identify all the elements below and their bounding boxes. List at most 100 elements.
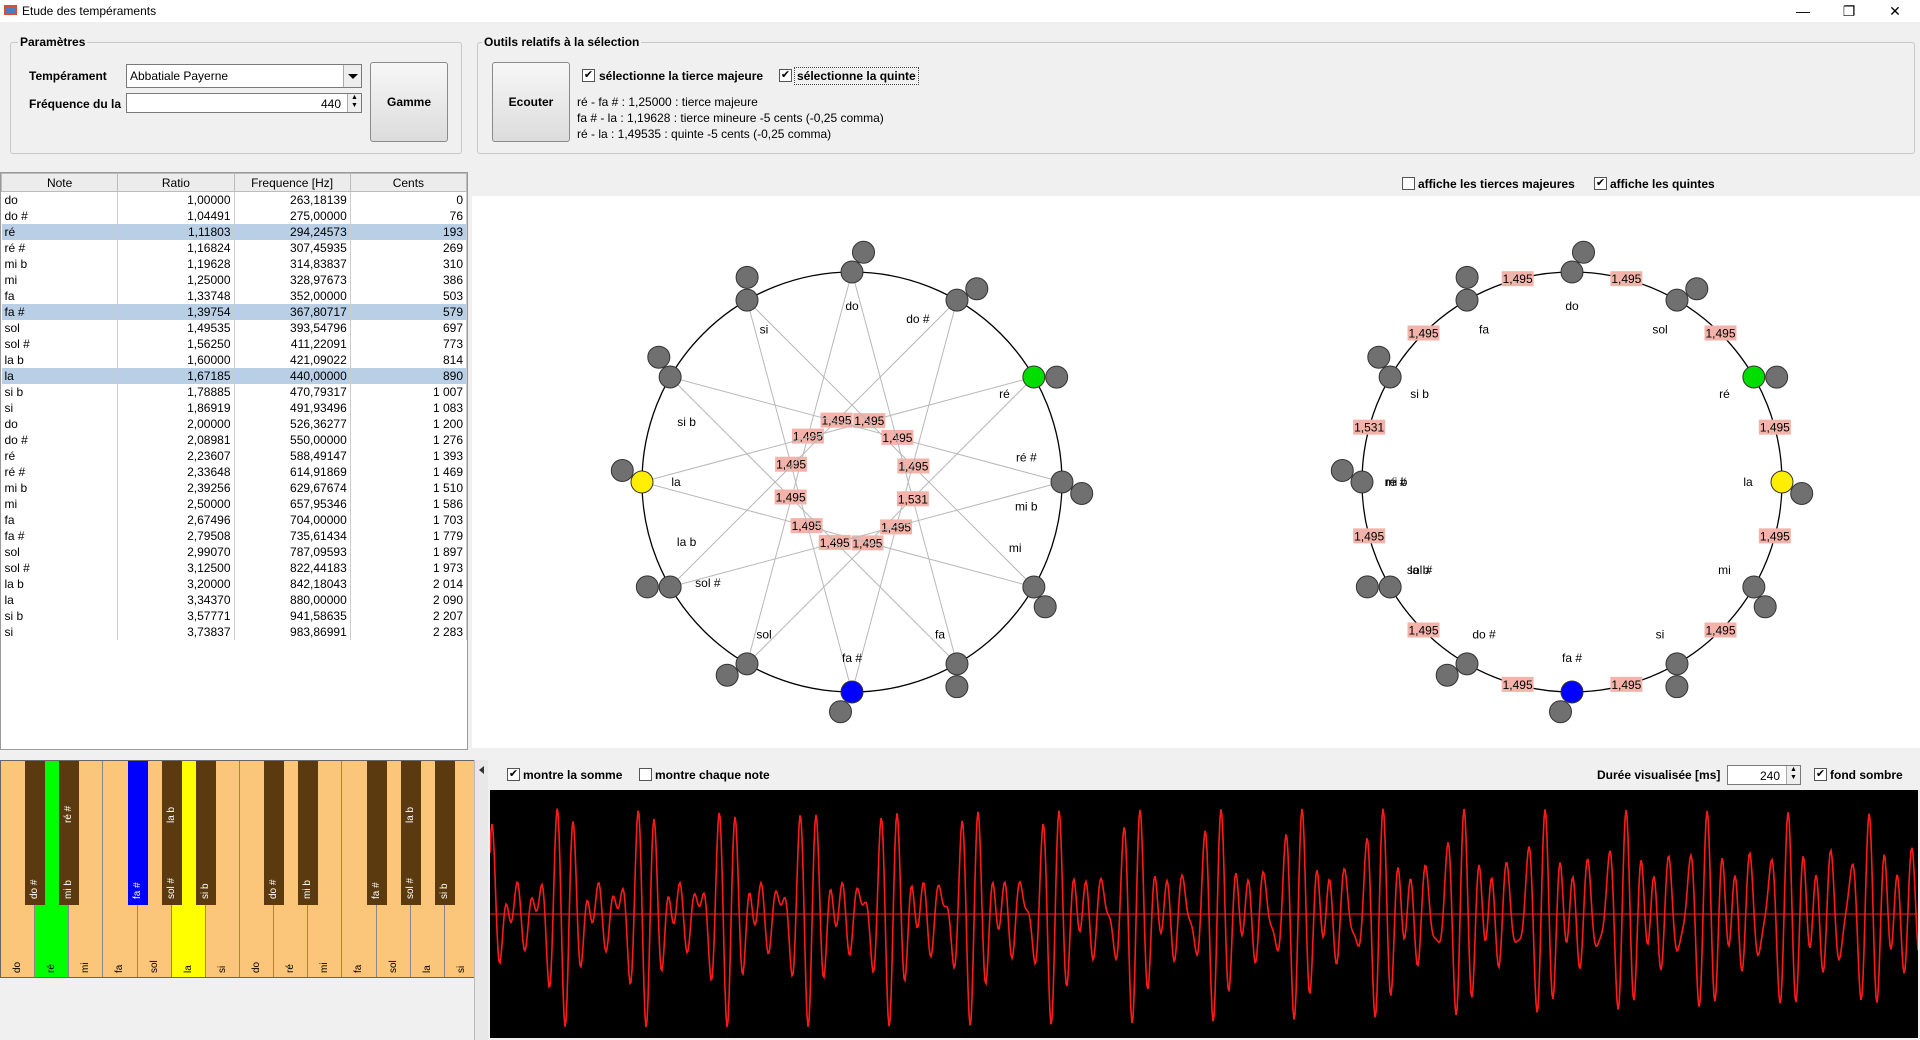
- table-cell: sol #: [1, 336, 119, 352]
- table-cell: fa #: [1, 304, 119, 320]
- table-cell: 1 897: [350, 544, 467, 560]
- black-key[interactable]: mi b: [298, 761, 319, 905]
- table-row[interactable]: si 1,86919 491,93496 1 083: [1, 400, 467, 416]
- table-row[interactable]: sol 1,49535 393,54796 697: [1, 320, 467, 336]
- close-button[interactable]: ✕: [1872, 0, 1918, 22]
- table-row[interactable]: la 3,34370 880,00000 2 090: [1, 592, 467, 608]
- table-row[interactable]: do #1,04491 275,00000 76: [1, 208, 467, 224]
- table-row[interactable]: do 2,00000 526,36277 1 200: [1, 416, 467, 432]
- note-node: [1022, 575, 1046, 599]
- table-row[interactable]: sol 2,99070 787,09593 1 897: [1, 544, 467, 560]
- minimize-button[interactable]: —: [1780, 0, 1826, 22]
- note-node: [1033, 595, 1057, 619]
- table-row[interactable]: sol #1,56250 411,22091 773: [1, 336, 467, 352]
- table-row[interactable]: la b 3,20000 842,18043 2 014: [1, 576, 467, 592]
- table-row[interactable]: mi 2,50000 657,95346 1 586: [1, 496, 467, 512]
- black-key[interactable]: do #: [25, 761, 46, 905]
- somme-checkbox[interactable]: ✔: [507, 768, 520, 781]
- table-cell: 1,33748: [117, 288, 235, 304]
- table-row[interactable]: fa 1,33748 352,00000 503: [1, 288, 467, 304]
- table-cell: 880,00000: [234, 592, 351, 608]
- quinte-checkbox[interactable]: ✔: [779, 69, 792, 82]
- table-row[interactable]: mi b 1,19628 314,83837 310: [1, 256, 467, 272]
- table-cell: 3,73837: [117, 624, 235, 640]
- table-cell: 3,34370: [117, 592, 235, 608]
- table-cell: fa: [1, 512, 119, 528]
- column-header[interactable]: Ratio: [117, 173, 235, 192]
- fifths-circle[interactable]: 1,495 1,495 1,495 1,495 1,495 1,495 1,495 1,495…: [1192, 196, 1920, 748]
- temperament-select[interactable]: Abbatiale Payerne: [126, 64, 362, 88]
- table-row[interactable]: la 1,67185 440,00000 890: [1, 368, 467, 384]
- note-label: fa #: [842, 651, 862, 665]
- table-row[interactable]: si b 3,57771 941,58635 2 207: [1, 608, 467, 624]
- table-row[interactable]: fa #2,79508 735,61434 1 779: [1, 528, 467, 544]
- table-cell: si: [1, 624, 119, 640]
- quintes-checkbox-label: affiche les quintes: [1610, 177, 1715, 191]
- spinner-arrows-icon[interactable]: ▲ ▼: [1786, 766, 1800, 784]
- spinner-arrows-icon[interactable]: ▲ ▼: [347, 94, 361, 112]
- table-row[interactable]: mi b 2,39256 629,67674 1 510: [1, 480, 467, 496]
- table-cell: 842,18043: [234, 576, 351, 592]
- circle-ring: [641, 271, 1063, 693]
- fond-checkbox[interactable]: ✔: [1814, 768, 1827, 781]
- black-key[interactable]: fa #: [127, 761, 148, 905]
- table-cell: la b: [1, 352, 119, 368]
- freq-spinner[interactable]: 440 ▲ ▼: [126, 93, 362, 113]
- fifth-line: [641, 481, 1034, 588]
- table-row[interactable]: do #2,08981 550,00000 1 276: [1, 432, 467, 448]
- table-row[interactable]: sol #3,12500 822,44183 1 973: [1, 560, 467, 576]
- table-row[interactable]: ré 1,11803 294,24573 193: [1, 224, 467, 240]
- tierce-checkbox-label: sélectionne la tierce majeure: [599, 69, 764, 83]
- key-label: si b: [199, 883, 211, 899]
- piano-keyboard[interactable]: do ré mi fa sol la si do ré mi fa sol la si do # mi b ré…: [0, 760, 480, 978]
- black-key[interactable]: sol # la b: [161, 761, 182, 905]
- key-label: si b: [438, 883, 450, 899]
- column-header[interactable]: Frequence [Hz]: [233, 173, 351, 192]
- gamme-button[interactable]: Gamme: [370, 62, 448, 142]
- table-row[interactable]: si 3,73837 983,86991 2 283: [1, 624, 467, 640]
- quintes-checkbox[interactable]: ✔: [1594, 177, 1607, 190]
- note-node: [1455, 288, 1479, 312]
- black-key[interactable]: mi b ré #: [59, 761, 80, 905]
- black-key[interactable]: si b: [195, 761, 216, 905]
- table-cell: 588,49147: [234, 448, 351, 464]
- table-cell: fa #: [1, 528, 119, 544]
- key-label: sol: [387, 960, 399, 973]
- table-cell: ré #: [1, 240, 119, 256]
- table-cell: 1 083: [350, 400, 467, 416]
- table-cell: 2 014: [350, 576, 467, 592]
- column-header[interactable]: Cents: [349, 173, 467, 192]
- note-node: [840, 680, 864, 704]
- table-row[interactable]: mi 1,25000 328,97673 386: [1, 272, 467, 288]
- key-label: sol #: [404, 877, 416, 899]
- chevron-left-icon[interactable]: [475, 760, 489, 780]
- note-node: [1355, 575, 1379, 599]
- notes-table[interactable]: Note Ratio Frequence [Hz] Cents do 1,00000 26…: [0, 172, 468, 750]
- chaque-checkbox[interactable]: [639, 768, 652, 781]
- table-row[interactable]: si b 1,78885 470,79317 1 007: [1, 384, 467, 400]
- black-key[interactable]: si b: [434, 761, 455, 905]
- table-cell: mi b: [1, 256, 119, 272]
- splitter-handle[interactable]: [474, 760, 488, 1040]
- chevron-down-icon[interactable]: [343, 65, 361, 87]
- table-row[interactable]: la b 1,60000 421,09022 814: [1, 352, 467, 368]
- table-row[interactable]: fa 2,67496 704,00000 1 703: [1, 512, 467, 528]
- chromatic-circle[interactable]: 1,4951,4951,4951,4951,4951,4951,4951,495…: [472, 196, 1192, 748]
- note-label: sol: [756, 627, 771, 641]
- black-key[interactable]: fa #: [366, 761, 387, 905]
- duree-spinner[interactable]: 240 ▲ ▼: [1727, 765, 1801, 785]
- ecouter-button[interactable]: Ecouter: [492, 62, 570, 142]
- tierce-checkbox[interactable]: ✔: [582, 69, 595, 82]
- table-row[interactable]: fa #1,39754 367,80717 579: [1, 304, 467, 320]
- tierces-checkbox[interactable]: [1402, 177, 1415, 190]
- black-key[interactable]: sol # la b: [400, 761, 421, 905]
- table-row[interactable]: ré #2,33648 614,91869 1 469: [1, 464, 467, 480]
- black-key[interactable]: do #: [264, 761, 285, 905]
- waveform-display[interactable]: [490, 790, 1918, 1038]
- table-row[interactable]: ré 2,23607 588,49147 1 393: [1, 448, 467, 464]
- note-label: mi: [1009, 541, 1022, 555]
- table-row[interactable]: ré #1,16824 307,45935 269: [1, 240, 467, 256]
- table-row[interactable]: do 1,00000 263,18139 0: [1, 191, 467, 208]
- column-header[interactable]: Note: [1, 173, 119, 192]
- restore-button[interactable]: ❐: [1826, 0, 1872, 22]
